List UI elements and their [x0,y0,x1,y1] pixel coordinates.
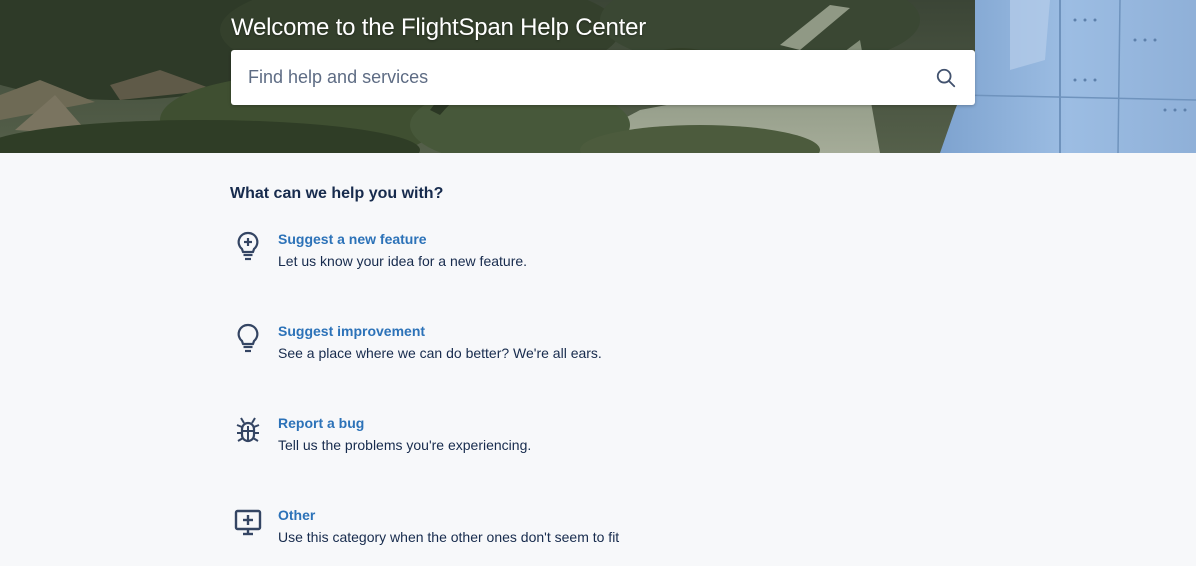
request-type-report-bug[interactable]: Report a bug Tell us the problems you're… [230,414,930,474]
request-type-suggest-improvement[interactable]: Suggest improvement See a place where we… [230,322,930,382]
search-box[interactable] [231,50,975,105]
page-title: Welcome to the FlightSpan Help Center [231,14,647,41]
lightbulb-icon [237,323,259,353]
section-heading: What can we help you with? [230,185,444,202]
request-type-description: Use this category when the other ones do… [278,529,620,545]
request-type-suggest-feature[interactable]: Suggest a new feature Let us know your i… [230,230,930,290]
search-input[interactable] [231,50,921,105]
request-type-title[interactable]: Report a bug [278,414,364,432]
monitor-plus-icon [234,509,262,536]
bug-icon [236,417,260,443]
request-type-title[interactable]: Suggest a new feature [278,230,427,248]
request-type-title[interactable]: Suggest improvement [278,322,425,340]
lightbulb-plus-icon [237,231,259,261]
search-icon[interactable] [935,67,957,89]
request-type-other[interactable]: Other Use this category when the other o… [230,506,930,566]
request-type-description: Tell us the problems you're experiencing… [278,437,532,453]
request-type-title[interactable]: Other [278,506,315,524]
request-type-description: Let us know your idea for a new feature. [278,253,528,269]
request-type-description: See a place where we can do better? We'r… [278,345,602,361]
